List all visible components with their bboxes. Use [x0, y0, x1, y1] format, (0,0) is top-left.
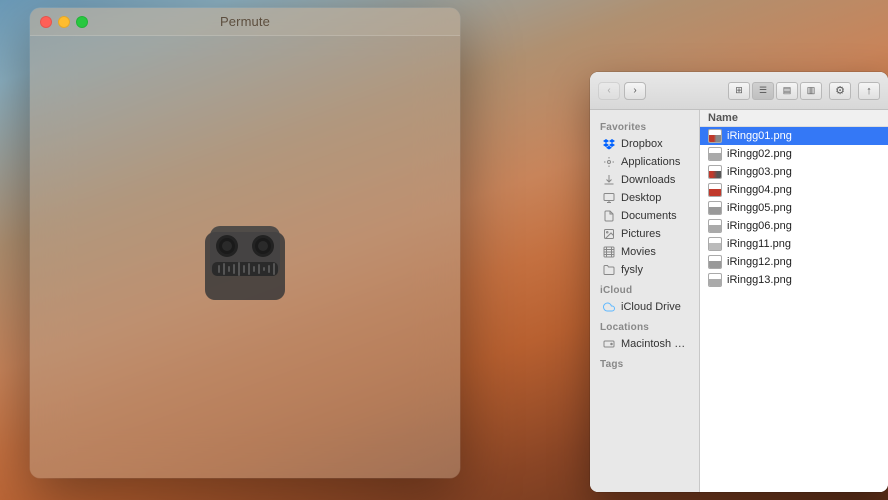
- downloads-icon: [602, 173, 616, 187]
- file-row[interactable]: iRingg12.png: [700, 253, 888, 271]
- file-row[interactable]: iRingg03.png: [700, 163, 888, 181]
- empty-row: [700, 307, 888, 325]
- permute-app-icon: [190, 202, 300, 312]
- minimize-button[interactable]: [58, 16, 70, 28]
- list-view-button[interactable]: ☰: [752, 82, 774, 100]
- file-row[interactable]: iRingg06.png: [700, 217, 888, 235]
- file-row[interactable]: iRingg11.png: [700, 235, 888, 253]
- file-icon: [708, 129, 722, 143]
- applications-label: Applications: [621, 156, 680, 168]
- icloud-label: iCloud: [590, 279, 699, 298]
- documents-label: Documents: [621, 210, 677, 222]
- favorites-label: Favorites: [590, 116, 699, 135]
- file-icon: [708, 237, 722, 251]
- hd-icon: [602, 337, 616, 351]
- finder-toolbar: ‹ › ⊞ ☰ ▤ ▥ ⚙ ↑: [590, 72, 888, 110]
- permute-window: Permute: [30, 8, 460, 478]
- file-row[interactable]: iRingg01.png: [700, 127, 888, 145]
- pictures-label: Pictures: [621, 228, 661, 240]
- file-row[interactable]: iRingg04.png: [700, 181, 888, 199]
- empty-row: [700, 379, 888, 397]
- macintosh-hd-label: Macintosh HD: [621, 338, 687, 350]
- downloads-label: Downloads: [621, 174, 675, 186]
- locations-label: Locations: [590, 316, 699, 335]
- file-row[interactable]: iRingg05.png: [700, 199, 888, 217]
- traffic-lights: [40, 16, 88, 28]
- view-buttons: ⊞ ☰ ▤ ▥: [728, 82, 822, 100]
- permute-title: Permute: [220, 14, 270, 29]
- file-icon: [708, 201, 722, 215]
- sidebar-item-desktop[interactable]: Desktop: [594, 189, 695, 207]
- file-icon: [708, 147, 722, 161]
- finder-files-list: Name iRingg01.png iRingg02.png: [700, 110, 888, 492]
- column-view-button[interactable]: ▤: [776, 82, 798, 100]
- sidebar-item-fysly[interactable]: fysly: [594, 261, 695, 279]
- sidebar-item-downloads[interactable]: Downloads: [594, 171, 695, 189]
- sidebar-item-icloud-drive[interactable]: iCloud Drive: [594, 298, 695, 316]
- file-name: iRingg03.png: [727, 166, 792, 178]
- file-row[interactable]: iRingg02.png: [700, 145, 888, 163]
- file-name: iRingg11.png: [727, 238, 791, 250]
- sidebar-item-pictures[interactable]: Pictures: [594, 225, 695, 243]
- file-icon: [708, 183, 722, 197]
- applications-icon: [602, 155, 616, 169]
- back-button[interactable]: ‹: [598, 82, 620, 100]
- share-button[interactable]: ↑: [858, 82, 880, 100]
- sidebar-item-documents[interactable]: Documents: [594, 207, 695, 225]
- empty-row: [700, 343, 888, 361]
- permute-content: [30, 36, 460, 478]
- file-name: iRingg12.png: [727, 256, 792, 268]
- fysly-label: fysly: [621, 264, 643, 276]
- action-button[interactable]: ⚙: [829, 82, 851, 100]
- file-icon: [708, 273, 722, 287]
- sidebar-item-movies[interactable]: Movies: [594, 243, 695, 261]
- file-name: iRingg04.png: [727, 184, 792, 196]
- pictures-icon: [602, 227, 616, 241]
- sidebar-item-macintosh-hd[interactable]: Macintosh HD: [594, 335, 695, 353]
- file-icon: [708, 165, 722, 179]
- name-column-header: Name: [708, 112, 738, 124]
- empty-row: [700, 361, 888, 379]
- finder-body: Favorites Dropbox Applications Downloads: [590, 110, 888, 492]
- gallery-view-button[interactable]: ▥: [800, 82, 822, 100]
- file-name: iRingg06.png: [727, 220, 792, 232]
- dropbox-icon: [602, 137, 616, 151]
- file-icon: [708, 219, 722, 233]
- desktop-icon: [602, 191, 616, 205]
- empty-row: [700, 325, 888, 343]
- file-name: iRingg13.png: [727, 274, 792, 286]
- desktop-label: Desktop: [621, 192, 661, 204]
- documents-icon: [602, 209, 616, 223]
- file-name: iRingg02.png: [727, 148, 792, 160]
- tags-label: Tags: [590, 353, 699, 372]
- icon-view-button[interactable]: ⊞: [728, 82, 750, 100]
- folder-icon: [602, 263, 616, 277]
- file-name: iRingg05.png: [727, 202, 792, 214]
- sidebar-item-applications[interactable]: Applications: [594, 153, 695, 171]
- movies-label: Movies: [621, 246, 656, 258]
- icloud-icon: [602, 300, 616, 314]
- file-name: iRingg01.png: [727, 130, 792, 142]
- sidebar-item-dropbox[interactable]: Dropbox: [594, 135, 695, 153]
- finder-window: ‹ › ⊞ ☰ ▤ ▥ ⚙ ↑ Favorites Dropbox: [590, 72, 888, 492]
- files-header: Name: [700, 110, 888, 127]
- file-icon: [708, 255, 722, 269]
- empty-row: [700, 289, 888, 307]
- close-button[interactable]: [40, 16, 52, 28]
- movies-icon: [602, 245, 616, 259]
- permute-titlebar: Permute: [30, 8, 460, 36]
- icloud-drive-label: iCloud Drive: [621, 301, 681, 313]
- forward-button[interactable]: ›: [624, 82, 646, 100]
- maximize-button[interactable]: [76, 16, 88, 28]
- finder-sidebar: Favorites Dropbox Applications Downloads: [590, 110, 700, 492]
- dropbox-label: Dropbox: [621, 138, 663, 150]
- file-row[interactable]: iRingg13.png: [700, 271, 888, 289]
